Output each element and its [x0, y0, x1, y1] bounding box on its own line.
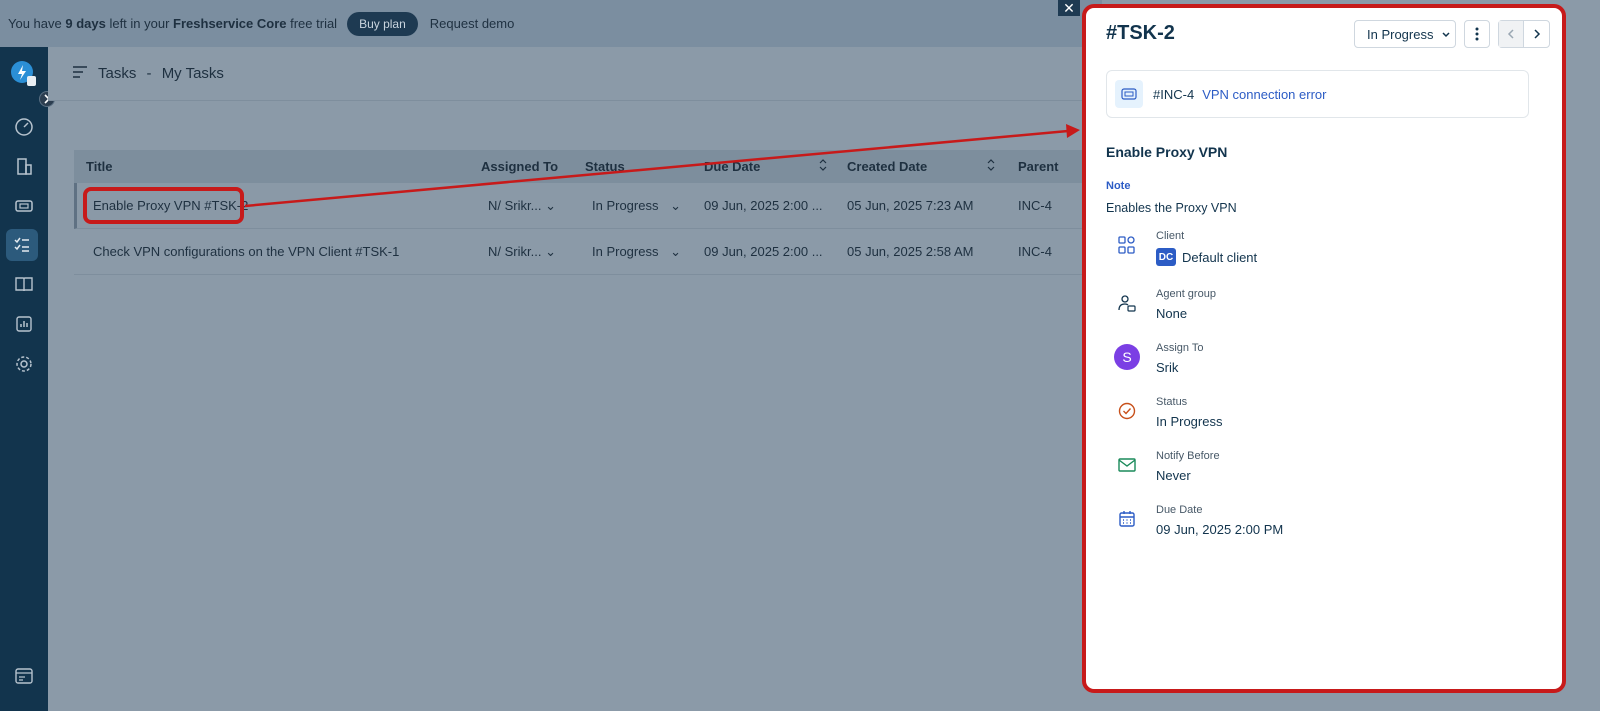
panel-status-dropdown[interactable]: In Progress	[1354, 20, 1456, 48]
calendar-icon	[1114, 506, 1140, 532]
note-label: Note	[1106, 180, 1131, 192]
field-value: None	[1156, 306, 1188, 321]
mail-icon	[1114, 452, 1140, 478]
field-value: In Progress	[1156, 414, 1223, 429]
incident-subject-link[interactable]: VPN connection error	[1202, 87, 1326, 102]
field-value: DC Default client	[1156, 248, 1257, 266]
parent-incident-card[interactable]: #INC-4 VPN connection error	[1106, 70, 1529, 118]
field-label: Due Date	[1156, 504, 1203, 516]
client-field[interactable]: Client DC Default client	[1106, 230, 1526, 274]
record-navigation	[1498, 20, 1550, 48]
field-value: Srik	[1156, 360, 1179, 375]
client-badge: DC	[1156, 248, 1176, 266]
field-label: Status	[1156, 396, 1188, 408]
agent-group-icon	[1114, 290, 1140, 316]
field-value: Never	[1156, 468, 1191, 483]
note-text: Enables the Proxy VPN	[1106, 201, 1237, 215]
panel-title: #TSK-2	[1106, 22, 1175, 44]
incident-id: #INC-4	[1153, 86, 1195, 102]
kebab-icon[interactable]	[1464, 20, 1490, 48]
field-label: Notify Before	[1156, 450, 1220, 462]
apps-grid-icon	[1114, 232, 1140, 258]
status-field[interactable]: Status In Progress	[1106, 396, 1526, 440]
field-label: Client	[1156, 230, 1185, 242]
ticket-icon	[1115, 80, 1143, 108]
field-label: Assign To	[1156, 342, 1204, 354]
field-value: 09 Jun, 2025 2:00 PM	[1156, 522, 1284, 537]
close-icon[interactable]: ✕	[1058, 0, 1080, 16]
notify-before-field[interactable]: Notify Before Never	[1106, 450, 1526, 494]
chevron-left-icon[interactable]	[1499, 21, 1525, 47]
due-date-field[interactable]: Due Date 09 Jun, 2025 2:00 PM	[1106, 504, 1526, 548]
agent-group-field[interactable]: Agent group None	[1106, 288, 1526, 332]
assign-to-field[interactable]: S Assign To Srik	[1106, 342, 1526, 386]
chevron-down-icon	[1441, 27, 1451, 42]
chevron-right-icon[interactable]	[1524, 21, 1549, 47]
check-circle-icon	[1114, 398, 1140, 424]
avatar: S	[1114, 344, 1140, 370]
field-label: Agent group	[1156, 288, 1216, 300]
task-name: Enable Proxy VPN	[1106, 144, 1228, 160]
task-detail-panel: #TSK-2 In Progress #INC-4 VPN connection…	[1082, 4, 1566, 693]
